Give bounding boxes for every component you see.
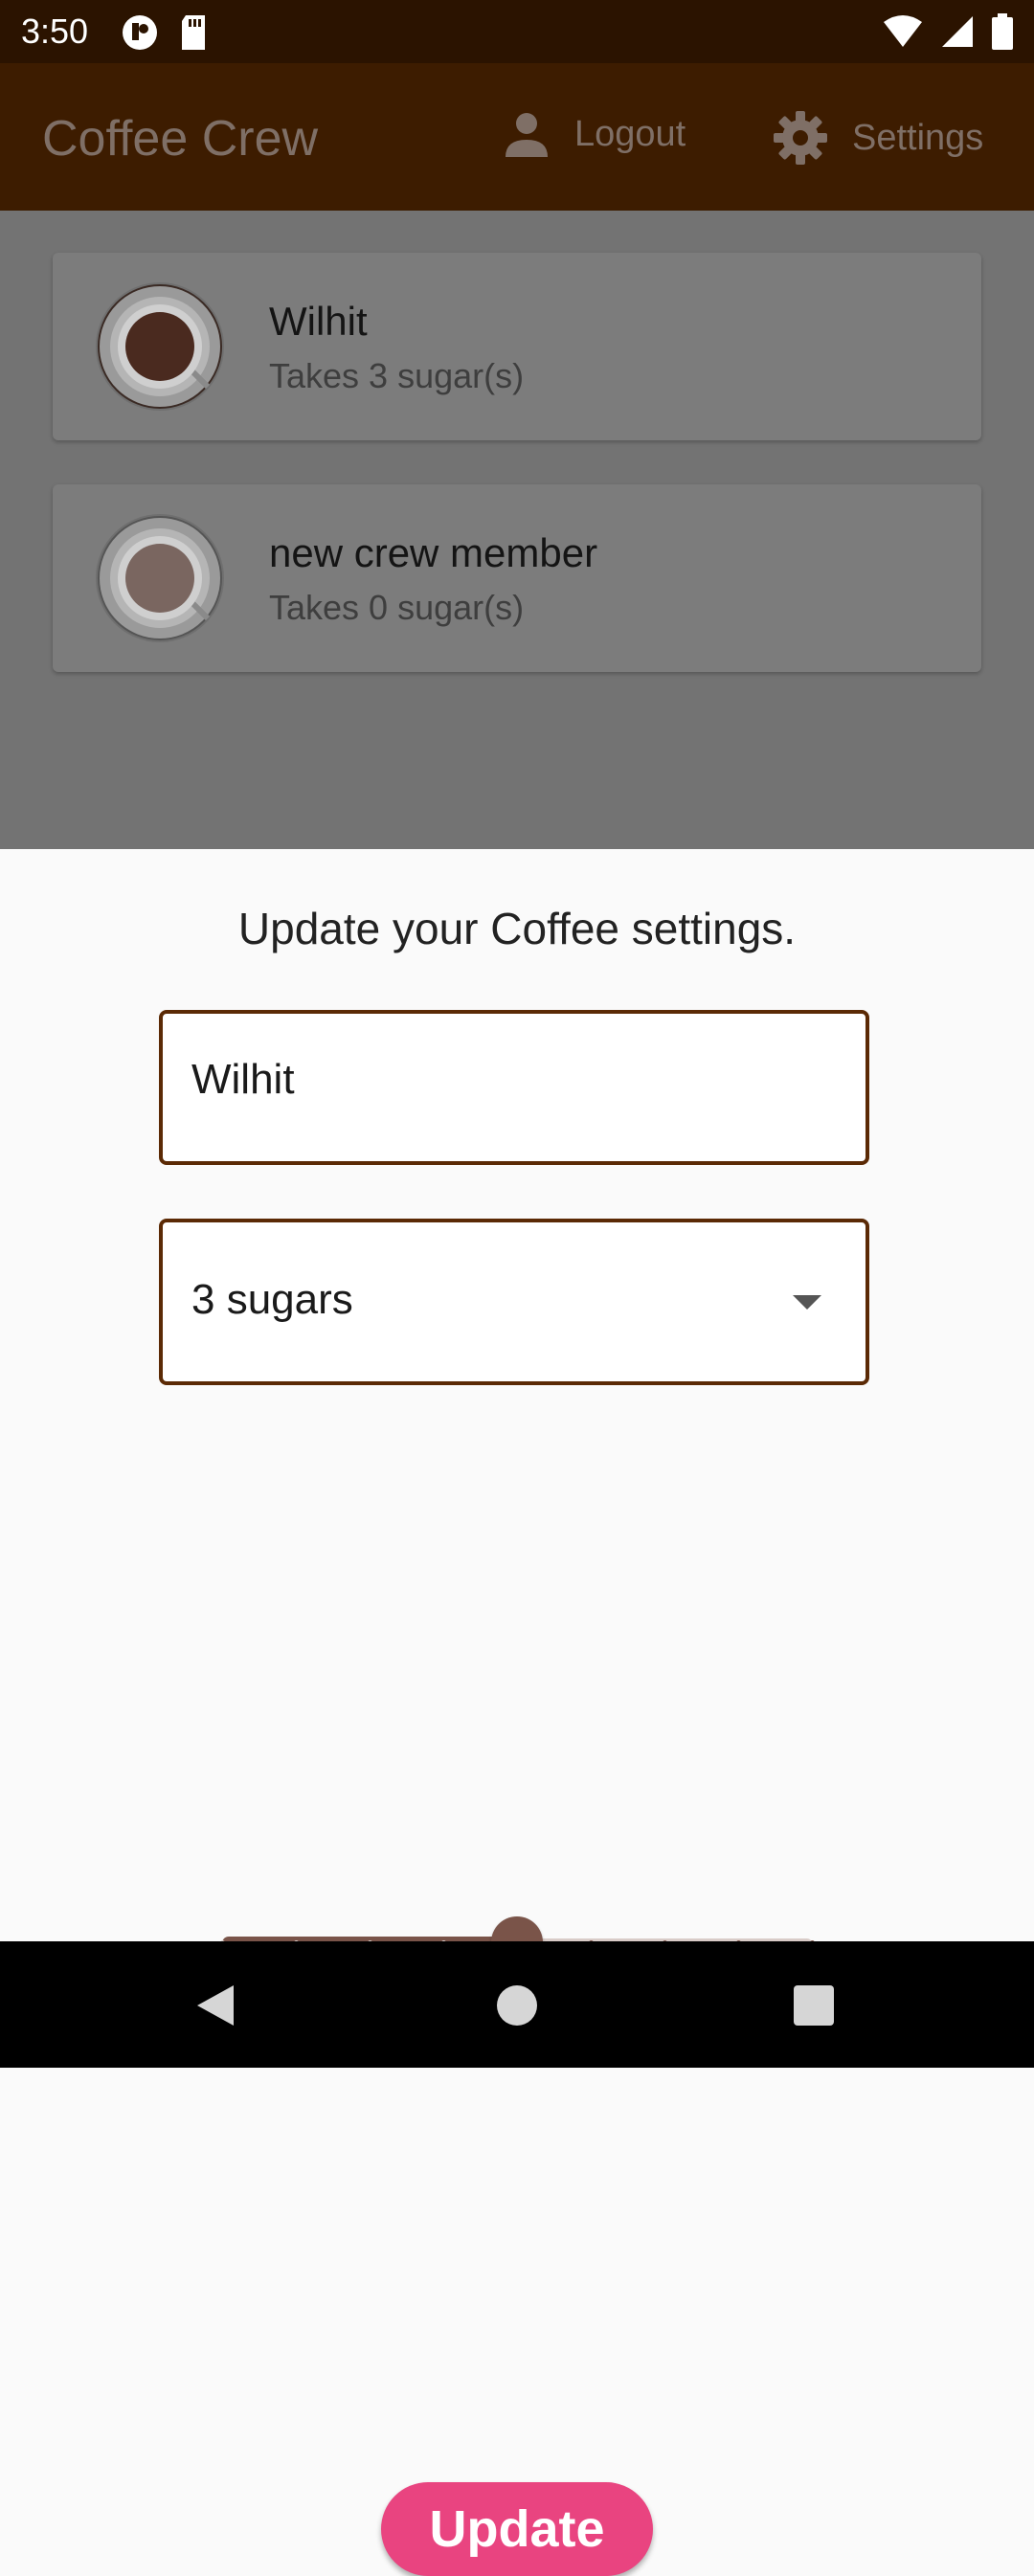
name-input[interactable] [191, 1056, 804, 1104]
sugar-dropdown-value: 3 sugars [191, 1276, 353, 1323]
crew-member-name: Wilhit [269, 299, 368, 344]
wifi-icon [884, 15, 922, 47]
app-bar: Coffee Crew Logout Settings [0, 63, 1034, 211]
sheet-heading: Update your Coffee settings. [237, 904, 797, 953]
dropdown-arrow-icon [793, 1295, 821, 1310]
app-title: Coffee Crew [42, 111, 319, 167]
status-time: 3:50 [21, 11, 89, 51]
name-field[interactable] [159, 1010, 869, 1165]
status-left-icons [121, 13, 209, 52]
pocket-icon [123, 15, 157, 50]
coffee-cup-icon [96, 282, 224, 411]
person-icon [506, 113, 548, 157]
sugar-dropdown[interactable]: 3 sugars [159, 1219, 869, 1385]
crew-card: Wilhit Takes 3 sugar(s) [53, 253, 981, 440]
crew-member-sugars: Takes 3 sugar(s) [269, 356, 525, 395]
settings-label: Settings [852, 117, 984, 158]
logout-button[interactable]: Logout [502, 109, 686, 159]
signal-icon [942, 16, 973, 47]
status-bar: 3:50 [0, 0, 1034, 63]
update-button[interactable]: Update [381, 2482, 653, 2576]
crew-member-name: new crew member [269, 530, 598, 575]
back-icon[interactable] [195, 1983, 236, 2027]
status-right-icons [883, 13, 1013, 50]
sd-card-icon [182, 15, 205, 50]
recents-icon[interactable] [794, 1985, 834, 2026]
battery-icon [992, 13, 1013, 50]
crew-card: new crew member Takes 0 sugar(s) [53, 484, 981, 672]
coffee-cup-icon [96, 514, 224, 642]
crew-list-scrim[interactable]: Wilhit Takes 3 sugar(s) new crew member … [0, 211, 1034, 849]
logout-label: Logout [574, 113, 686, 154]
crew-member-sugars: Takes 0 sugar(s) [269, 588, 525, 627]
settings-button[interactable]: Settings [772, 109, 983, 167]
gear-icon [774, 111, 827, 165]
home-icon[interactable] [497, 1985, 537, 2026]
nav-bar [0, 1941, 1034, 2068]
settings-bottom-sheet: Update your Coffee settings. 3 sugars Up… [0, 849, 1034, 2576]
